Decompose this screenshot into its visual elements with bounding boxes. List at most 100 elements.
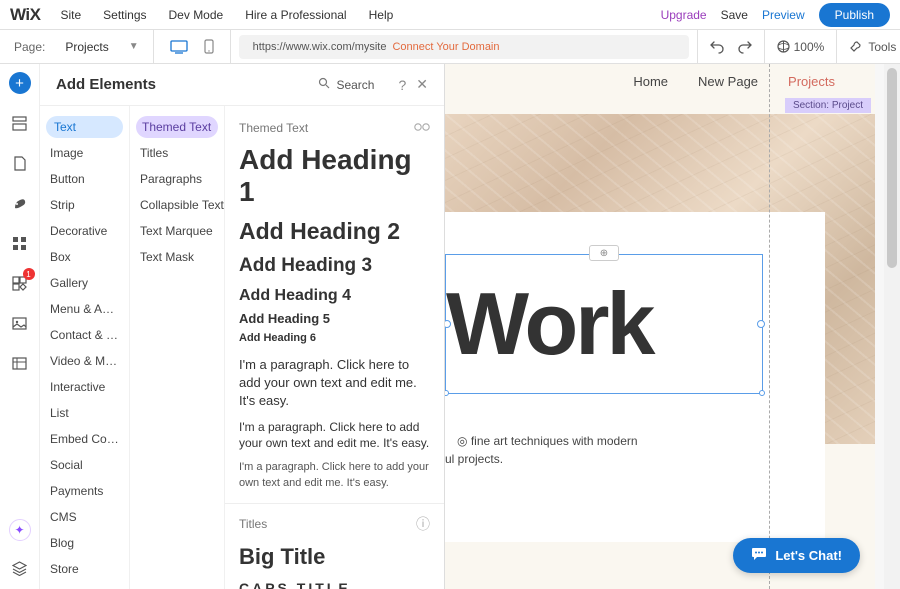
design-icon[interactable] bbox=[9, 192, 31, 214]
menu-site[interactable]: Site bbox=[60, 8, 81, 22]
site-canvas[interactable]: Home New Page Projects Section: Project … bbox=[445, 64, 875, 589]
description-text[interactable]: ◎ fine art techniques with modern ul pro… bbox=[445, 432, 638, 468]
help-icon[interactable]: ? bbox=[398, 77, 406, 93]
info-icon[interactable]: ⓘ bbox=[416, 514, 430, 534]
cat-contact-forms[interactable]: Contact & Forms bbox=[40, 322, 129, 348]
preview-column: Themed Text Add Heading 1 Add Heading 2 … bbox=[225, 106, 444, 589]
url-bar[interactable]: https://www.wix.com/mysite Connect Your … bbox=[239, 35, 689, 59]
cat-decorative[interactable]: Decorative bbox=[40, 218, 129, 244]
cat-blog[interactable]: Blog bbox=[40, 530, 129, 556]
sub-collapsible[interactable]: Collapsible Text bbox=[130, 192, 224, 218]
preset-heading-2[interactable]: Add Heading 2 bbox=[225, 216, 444, 253]
sub-themed-text[interactable]: Themed Text bbox=[136, 116, 218, 138]
undo-icon[interactable] bbox=[710, 40, 724, 54]
menu-help[interactable]: Help bbox=[369, 8, 394, 22]
connect-domain-link[interactable]: Connect Your Domain bbox=[392, 41, 499, 53]
selected-text-element[interactable]: ⊕ Work bbox=[445, 254, 763, 394]
preset-heading-3[interactable]: Add Heading 3 bbox=[225, 253, 444, 285]
publish-button[interactable]: Publish bbox=[819, 3, 890, 27]
close-icon[interactable]: ✕ bbox=[416, 76, 428, 93]
cat-menu-anchor[interactable]: Menu & Anchor bbox=[40, 296, 129, 322]
sections-icon[interactable] bbox=[9, 112, 31, 134]
panel-body: Text Image Button Strip Decorative Box G… bbox=[40, 106, 444, 589]
page-selector[interactable]: Page: Projects ▼ bbox=[0, 30, 154, 63]
tools-icon bbox=[849, 40, 862, 53]
titles-label: Titles bbox=[239, 517, 267, 531]
upgrade-link[interactable]: Upgrade bbox=[661, 8, 707, 22]
menu-hire[interactable]: Hire a Professional bbox=[245, 8, 346, 22]
cat-interactive[interactable]: Interactive bbox=[40, 374, 129, 400]
zoom-icon bbox=[777, 40, 790, 53]
desktop-icon[interactable] bbox=[170, 40, 188, 54]
panel-search-label: Search bbox=[336, 78, 374, 92]
themed-text-label: Themed Text bbox=[239, 121, 308, 135]
cat-embed-code[interactable]: Embed Code bbox=[40, 426, 129, 452]
zoom-value: 100% bbox=[794, 40, 825, 54]
preview-link[interactable]: Preview bbox=[762, 8, 805, 22]
apps-icon[interactable] bbox=[9, 232, 31, 254]
cat-box[interactable]: Box bbox=[40, 244, 129, 270]
preset-paragraph-1[interactable]: I'm a paragraph. Click here to add your … bbox=[225, 352, 444, 415]
section-tag[interactable]: Section: Project bbox=[785, 98, 871, 113]
panel-header: Add Elements Search ? ✕ bbox=[40, 64, 444, 106]
business-icon[interactable]: 1 bbox=[9, 272, 31, 294]
pages-icon[interactable] bbox=[9, 152, 31, 174]
cat-video-music[interactable]: Video & Music bbox=[40, 348, 129, 374]
subcategory-column: Themed Text Titles Paragraphs Collapsibl… bbox=[130, 106, 225, 589]
chat-button[interactable]: Let's Chat! bbox=[733, 538, 860, 573]
panel-search[interactable]: Search bbox=[318, 77, 374, 92]
chat-icon bbox=[751, 547, 767, 564]
vertical-scrollbar[interactable] bbox=[884, 64, 900, 589]
sub-text-mask[interactable]: Text Mask bbox=[130, 244, 224, 270]
site-url: https://www.wix.com/mysite bbox=[253, 41, 387, 53]
mobile-icon[interactable] bbox=[204, 39, 214, 54]
preset-caps-title[interactable]: CAPS TITLE bbox=[225, 574, 444, 589]
guide-line bbox=[769, 64, 770, 589]
preset-big-title[interactable]: Big Title bbox=[225, 540, 444, 574]
cat-list[interactable]: List bbox=[40, 400, 129, 426]
preset-heading-4[interactable]: Add Heading 4 bbox=[225, 285, 444, 309]
top-menu-bar: WiX Site Settings Dev Mode Hire a Profes… bbox=[0, 0, 900, 30]
cat-store[interactable]: Store bbox=[40, 556, 129, 582]
cat-strip[interactable]: Strip bbox=[40, 192, 129, 218]
cat-social[interactable]: Social bbox=[40, 452, 129, 478]
preset-heading-1[interactable]: Add Heading 1 bbox=[225, 142, 444, 216]
device-switcher bbox=[154, 30, 231, 63]
layers-icon[interactable] bbox=[9, 557, 31, 579]
preset-heading-6[interactable]: Add Heading 6 bbox=[225, 330, 444, 352]
cat-gallery[interactable]: Gallery bbox=[40, 270, 129, 296]
sub-paragraphs[interactable]: Paragraphs bbox=[130, 166, 224, 192]
cat-button[interactable]: Button bbox=[40, 166, 129, 192]
nav-projects[interactable]: Projects bbox=[788, 74, 835, 89]
cat-payments[interactable]: Payments bbox=[40, 478, 129, 504]
cat-bookings[interactable]: Bookings bbox=[40, 582, 129, 589]
nav-home[interactable]: Home bbox=[633, 74, 668, 89]
edit-theme-icon[interactable] bbox=[414, 120, 430, 136]
media-icon[interactable] bbox=[9, 312, 31, 334]
resize-handle-br[interactable] bbox=[759, 390, 765, 396]
redo-icon[interactable] bbox=[738, 40, 752, 54]
left-rail: + 1 ✦ bbox=[0, 64, 40, 589]
wix-logo[interactable]: WiX bbox=[10, 5, 40, 25]
menu-dev-mode[interactable]: Dev Mode bbox=[169, 8, 224, 22]
add-elements-icon[interactable]: + bbox=[9, 72, 31, 94]
editor-body: + 1 ✦ Add Elements Search ? ✕ Text bbox=[0, 64, 900, 589]
nav-new-page[interactable]: New Page bbox=[698, 74, 758, 89]
preset-heading-5[interactable]: Add Heading 5 bbox=[225, 309, 444, 330]
cat-image[interactable]: Image bbox=[40, 140, 129, 166]
menu-settings[interactable]: Settings bbox=[103, 8, 146, 22]
scrollbar-thumb[interactable] bbox=[887, 68, 897, 268]
cms-icon[interactable] bbox=[9, 352, 31, 374]
tools-menu[interactable]: Tools bbox=[836, 30, 900, 63]
ai-sparkle-icon[interactable]: ✦ bbox=[9, 519, 31, 541]
zoom-control[interactable]: 100% bbox=[764, 30, 837, 63]
preset-paragraph-3[interactable]: I'm a paragraph. Click here to add your … bbox=[225, 456, 444, 495]
cat-cms[interactable]: CMS bbox=[40, 504, 129, 530]
save-link[interactable]: Save bbox=[721, 8, 748, 22]
cat-text[interactable]: Text bbox=[46, 116, 123, 138]
panel-title: Add Elements bbox=[56, 76, 318, 93]
sub-marquee[interactable]: Text Marquee bbox=[130, 218, 224, 244]
sub-titles[interactable]: Titles bbox=[130, 140, 224, 166]
work-heading[interactable]: Work bbox=[446, 255, 762, 393]
preset-paragraph-2[interactable]: I'm a paragraph. Click here to add your … bbox=[225, 415, 444, 457]
